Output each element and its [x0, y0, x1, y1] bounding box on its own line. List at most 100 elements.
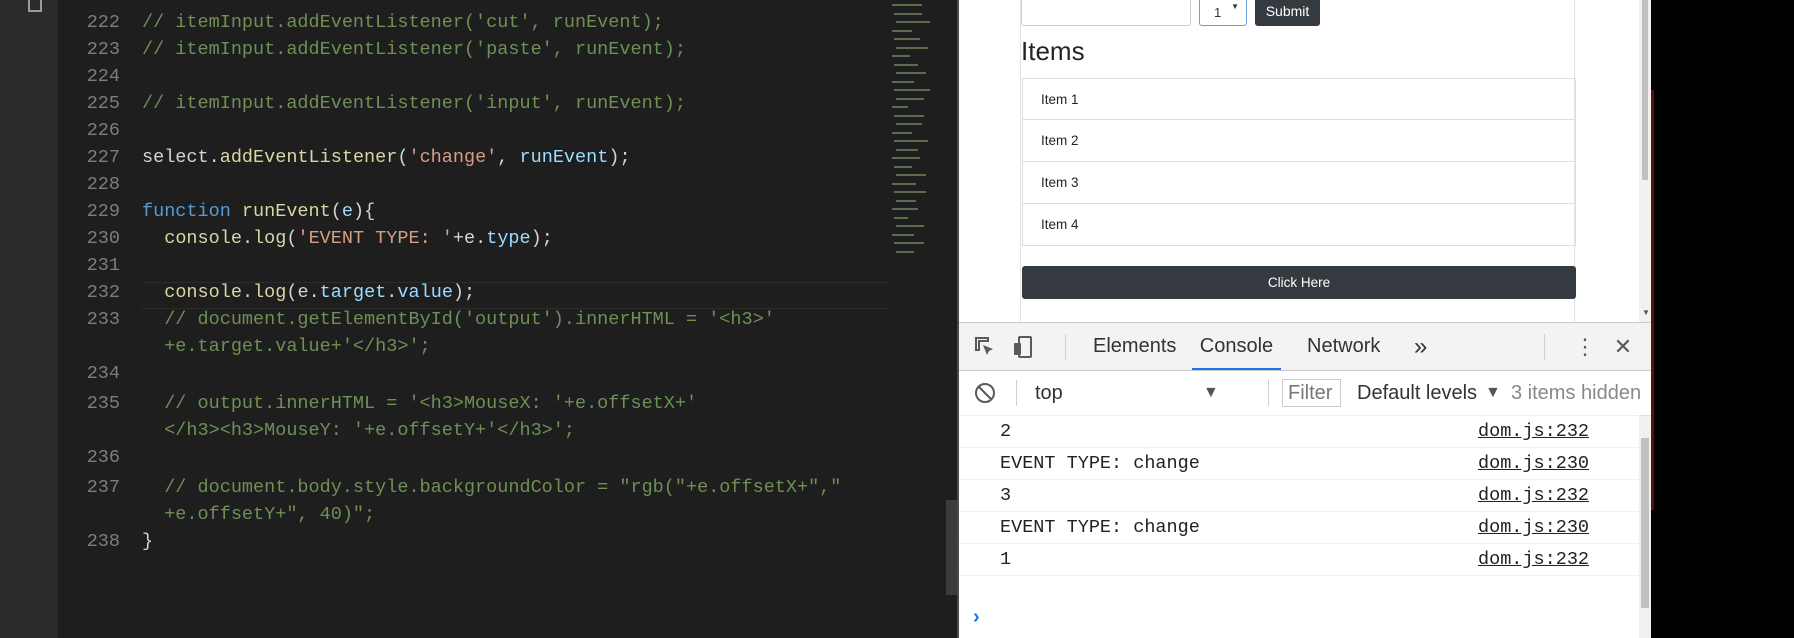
- file-icon: [28, 0, 42, 12]
- code-token: // itemInput.addEventListener('input', r…: [142, 93, 686, 114]
- code-text: +e.offsetY+", 40)";: [142, 501, 375, 528]
- list-item[interactable]: Item 1: [1022, 78, 1576, 120]
- list-item[interactable]: Item 4: [1022, 204, 1576, 246]
- page-scrollbar[interactable]: ▼: [1639, 0, 1651, 322]
- line-number: 226: [86, 120, 120, 141]
- line-number: 228: [86, 174, 120, 195]
- kebab-menu-icon[interactable]: ⋮: [1573, 335, 1597, 359]
- items-heading: Items: [1021, 36, 1085, 66]
- scrollbar-thumb[interactable]: [1642, 0, 1648, 180]
- line-number: 225: [86, 93, 120, 114]
- click-here-button[interactable]: Click Here: [1022, 266, 1576, 299]
- scroll-down-icon[interactable]: ▼: [1642, 308, 1650, 317]
- code-token: );: [452, 282, 476, 303]
- code-token: );: [608, 147, 631, 168]
- code-text: </h3><h3>MouseY: '+e.offsetY+'</h3>';: [142, 417, 575, 444]
- code-token: value: [397, 282, 453, 303]
- line-number: 232: [86, 282, 120, 303]
- code-lines[interactable]: 222 // itemInput.addEventListener('cut', …: [58, 0, 888, 638]
- code-text: console.log(e.target.value);: [142, 279, 475, 306]
- code-token: (: [330, 201, 342, 222]
- console-message-text: 1: [1000, 549, 1012, 570]
- code-token: (: [397, 147, 409, 168]
- line-number: 238: [86, 531, 120, 552]
- close-icon[interactable]: ✕: [1611, 335, 1635, 359]
- code-token: 'change': [408, 147, 498, 168]
- code-text: select.addEventListener('change', runEve…: [142, 144, 631, 171]
- code-token: select.: [142, 147, 220, 168]
- code-token: log: [253, 228, 287, 249]
- code-token: runEvent: [519, 147, 609, 168]
- devtools-toolbar: Elements Console Network » ⋮ ✕: [959, 323, 1651, 371]
- line-number: 227: [86, 147, 120, 168]
- number-select[interactable]: 1 ▼: [1199, 0, 1247, 26]
- tab-network[interactable]: Network: [1307, 323, 1380, 370]
- code-token: (: [286, 228, 298, 249]
- tab-console[interactable]: Console: [1192, 323, 1281, 370]
- line-number: 233: [86, 309, 120, 330]
- submit-button[interactable]: Submit: [1255, 0, 1320, 26]
- code-token: .: [241, 282, 254, 303]
- console-message-text: EVENT TYPE: change: [1000, 517, 1200, 538]
- tab-elements[interactable]: Elements: [1093, 323, 1176, 370]
- line-number: 236: [86, 447, 120, 468]
- code-text: }: [142, 528, 153, 555]
- code-token: console: [164, 282, 242, 303]
- item-input[interactable]: [1021, 0, 1191, 26]
- device-toolbar-icon[interactable]: [1011, 335, 1035, 359]
- inspect-element-icon[interactable]: [973, 335, 997, 359]
- source-link[interactable]: dom.js:230: [1478, 512, 1589, 544]
- code-text: function runEvent(e){: [142, 198, 375, 225]
- minimap[interactable]: [888, 0, 948, 270]
- line-number: 224: [86, 66, 120, 87]
- clear-console-icon[interactable]: [973, 381, 997, 405]
- console-message: EVENT TYPE: change dom.js:230: [959, 448, 1639, 480]
- code-token: e: [341, 201, 353, 222]
- code-token: 'EVENT TYPE: ': [297, 228, 453, 249]
- code-token: runEvent: [241, 201, 331, 222]
- code-token: ,: [497, 147, 520, 168]
- line-number: 222: [86, 12, 120, 33]
- source-link[interactable]: dom.js:230: [1478, 448, 1589, 480]
- editor-scrollbar[interactable]: [946, 500, 957, 595]
- source-link[interactable]: dom.js:232: [1478, 544, 1589, 576]
- console-output[interactable]: 2 dom.js:232 EVENT TYPE: change dom.js:2…: [959, 415, 1639, 638]
- console-message: 2 dom.js:232: [959, 416, 1639, 448]
- code-text: // document.body.style.backgroundColor =…: [142, 474, 841, 501]
- code-editor[interactable]: 222 // itemInput.addEventListener('cut', …: [0, 0, 957, 638]
- list-item[interactable]: Item 2: [1022, 120, 1576, 162]
- source-link[interactable]: dom.js:232: [1478, 416, 1589, 448]
- code-token: type: [486, 228, 531, 249]
- list-item[interactable]: Item 3: [1022, 162, 1576, 204]
- line-number: 234: [86, 363, 120, 384]
- code-token: log: [253, 282, 287, 303]
- code-token: target: [319, 282, 387, 303]
- code-token: (e.: [286, 282, 320, 303]
- scrollbar-thumb[interactable]: [1641, 438, 1649, 608]
- console-message-partial: [959, 406, 1639, 416]
- code-token: // document.getElementById('output').inn…: [142, 309, 775, 330]
- line-number: 229: [86, 201, 120, 222]
- line-number: 231: [86, 255, 120, 276]
- console-prompt-icon[interactable]: ›: [973, 606, 980, 629]
- code-text: // itemInput.addEventListener('cut', run…: [142, 9, 664, 36]
- code-token: ){: [352, 201, 376, 222]
- items-list: Item 1 Item 2 Item 3 Item 4: [1022, 78, 1576, 246]
- code-text: console.log('EVENT TYPE: '+e.type);: [142, 225, 553, 252]
- console-message: EVENT TYPE: change dom.js:230: [959, 512, 1639, 544]
- code-token: +e.offsetY+", 40)";: [142, 504, 376, 525]
- more-tabs-icon[interactable]: »: [1414, 323, 1427, 370]
- code-token: // document.body.style.backgroundColor =…: [142, 477, 842, 498]
- source-link[interactable]: dom.js:232: [1478, 480, 1589, 512]
- console-scrollbar[interactable]: [1639, 416, 1651, 638]
- code-token: +e.target.value+'</h3>';: [142, 336, 431, 357]
- console-message-text: EVENT TYPE: change: [1000, 453, 1200, 474]
- line-number: 237: [86, 477, 120, 498]
- code-token: +e.: [452, 228, 487, 249]
- code-token: .: [386, 282, 398, 303]
- console-filter-input[interactable]: Filter: [1282, 379, 1341, 407]
- console-message: 1 dom.js:232: [959, 544, 1639, 576]
- code-text: // output.innerHTML = '<h3>MouseX: '+e.o…: [142, 390, 697, 417]
